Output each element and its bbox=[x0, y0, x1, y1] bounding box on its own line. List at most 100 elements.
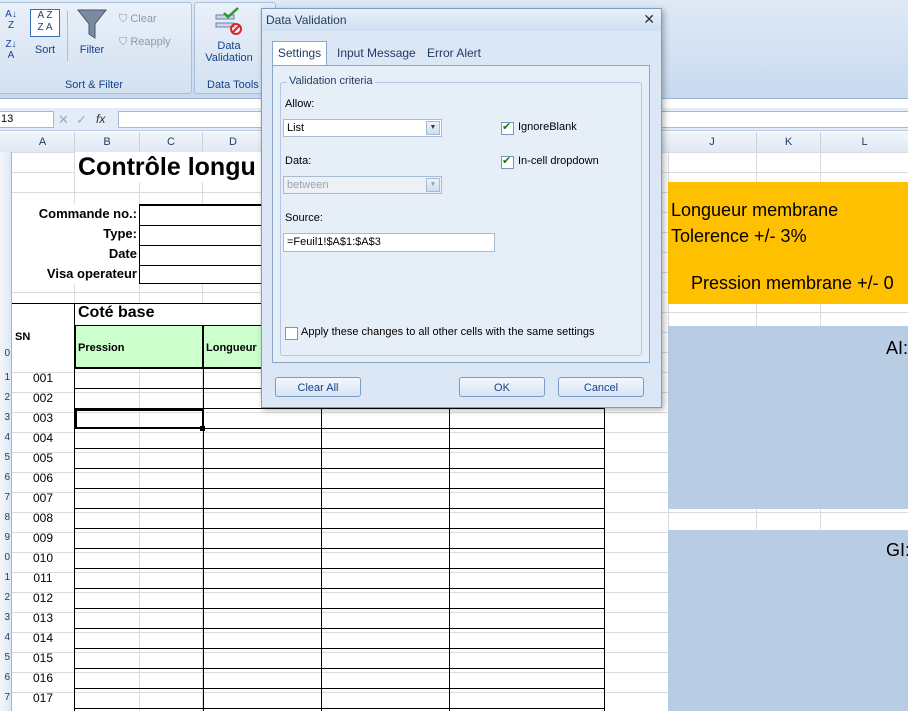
chevron-down-icon[interactable]: ▼ bbox=[426, 121, 440, 135]
sn-cell[interactable]: 014 bbox=[12, 631, 74, 645]
row-header[interactable]: 4 bbox=[4, 632, 10, 643]
sn-cell[interactable]: 009 bbox=[12, 531, 74, 545]
row-header[interactable]: 6 bbox=[4, 672, 10, 683]
column-header-a[interactable]: A bbox=[11, 132, 75, 152]
sort-filter-group: A↓ Z Z↓ A A ZZ A Sort Filter ⛉ Clear ⛉ Rea… bbox=[0, 2, 192, 94]
sn-cell[interactable]: 015 bbox=[12, 651, 74, 665]
ok-button[interactable]: OK bbox=[459, 377, 545, 397]
settings-panel: Validation criteria Allow: List ▼ ✔ Igno… bbox=[272, 65, 650, 363]
sn-cell[interactable]: 004 bbox=[12, 431, 74, 445]
dialog-title-bar[interactable]: Data Validation ✕ bbox=[262, 9, 661, 31]
data-validation-icon bbox=[215, 7, 242, 35]
checkmark-icon: ✔ bbox=[502, 121, 512, 133]
allow-label: Allow: bbox=[285, 98, 315, 110]
sn-cell[interactable]: 006 bbox=[12, 471, 74, 485]
validation-criteria-title: Validation criteria bbox=[287, 75, 375, 87]
fill-handle[interactable] bbox=[200, 426, 205, 431]
apply-all-label[interactable]: Apply these changes to all other cells w… bbox=[301, 326, 595, 338]
confirm-entry-icon[interactable]: ✓ bbox=[76, 112, 87, 128]
source-label: Source: bbox=[285, 212, 323, 224]
sn-cell[interactable]: 008 bbox=[12, 511, 74, 525]
sn-cell[interactable]: 002 bbox=[12, 391, 74, 405]
column-header-b[interactable]: B bbox=[75, 132, 140, 152]
visa-operateur-label: Visa operateur bbox=[46, 266, 137, 281]
row-header[interactable]: 1 bbox=[4, 372, 10, 383]
row-header[interactable]: 7 bbox=[4, 692, 10, 703]
sn-cell[interactable]: 011 bbox=[12, 571, 74, 585]
row-header[interactable]: 4 bbox=[4, 432, 10, 443]
row-header[interactable]: 3 bbox=[4, 412, 10, 423]
sort-button[interactable]: A ZZ A Sort bbox=[27, 9, 63, 61]
sn-cell[interactable]: 001 bbox=[12, 371, 74, 385]
insert-function-icon[interactable]: fx bbox=[96, 112, 105, 126]
tab-input-message[interactable]: Input Message bbox=[337, 42, 416, 64]
row-header[interactable]: 7 bbox=[4, 492, 10, 503]
sn-header: SN bbox=[15, 331, 31, 343]
data-select: between ▼ bbox=[283, 176, 442, 194]
row-header[interactable]: 0 bbox=[4, 552, 10, 563]
row-header[interactable]: 6 bbox=[4, 472, 10, 483]
source-input[interactable]: =Feuil1!$A$1:$A$3 bbox=[283, 233, 495, 252]
sort-ascending-icon[interactable]: A↓ Z bbox=[3, 9, 19, 31]
funnel-icon bbox=[76, 9, 108, 39]
column-header-j[interactable]: J bbox=[668, 132, 757, 152]
sn-cell[interactable]: 012 bbox=[12, 591, 74, 605]
date-label: Date bbox=[108, 246, 137, 261]
sn-cell[interactable]: 017 bbox=[12, 691, 74, 705]
row-header[interactable]: 9 bbox=[4, 532, 10, 543]
data-label: Data: bbox=[285, 155, 312, 167]
sn-cell[interactable]: 016 bbox=[12, 671, 74, 685]
longueur-header: Longueur bbox=[203, 325, 263, 368]
sort-icon: A ZZ A bbox=[30, 9, 60, 37]
clear-all-button[interactable]: Clear All bbox=[275, 377, 361, 397]
column-header-d[interactable]: D bbox=[203, 132, 264, 152]
tab-error-alert[interactable]: Error Alert bbox=[427, 42, 481, 64]
ignore-blank-label[interactable]: IgnoreBlank bbox=[518, 121, 577, 133]
row-headers: 0 1 2 3 4 5 6 7 8 9 0 1 2 3 4 5 6 7 bbox=[0, 152, 12, 711]
sn-cell[interactable]: 005 bbox=[12, 451, 74, 465]
column-header-l[interactable]: L bbox=[821, 132, 908, 152]
row-header[interactable]: 8 bbox=[4, 512, 10, 523]
chevron-down-icon: ▼ bbox=[426, 178, 440, 192]
sort-filter-group-label: Sort & Filter bbox=[64, 79, 124, 91]
in-cell-dropdown-label[interactable]: In-cell dropdown bbox=[518, 155, 599, 167]
name-box[interactable]: 13 bbox=[0, 111, 54, 128]
commande-label: Commande no.: bbox=[38, 206, 137, 221]
checkmark-icon: ✔ bbox=[502, 155, 512, 167]
sort-descending-icon[interactable]: Z↓ A bbox=[3, 39, 19, 61]
column-header-c[interactable]: C bbox=[140, 132, 203, 152]
active-cell[interactable] bbox=[75, 409, 204, 429]
cancel-button[interactable]: Cancel bbox=[558, 377, 644, 397]
reapply-icon: ⛉ bbox=[119, 36, 128, 48]
filter-button[interactable]: Filter bbox=[73, 7, 111, 61]
row-header[interactable]: 0 bbox=[4, 348, 10, 359]
header-input-box[interactable] bbox=[139, 204, 269, 284]
cancel-entry-icon[interactable]: ✕ bbox=[58, 112, 69, 128]
cote-base-header: Coté base bbox=[78, 304, 155, 321]
sn-cell[interactable]: 003 bbox=[12, 411, 74, 425]
reapply-button[interactable]: ⛉ Reapply bbox=[119, 36, 171, 49]
row-header[interactable]: 5 bbox=[4, 452, 10, 463]
tab-settings[interactable]: Settings bbox=[272, 41, 327, 66]
row-header[interactable]: 2 bbox=[4, 592, 10, 603]
in-cell-dropdown-checkbox[interactable]: ✔ bbox=[501, 155, 514, 169]
ignore-blank-checkbox[interactable]: ✔ bbox=[501, 121, 514, 135]
clear-filter-icon: ⛉ bbox=[119, 13, 128, 25]
allow-select[interactable]: List ▼ bbox=[283, 119, 442, 137]
sn-cell[interactable]: 007 bbox=[12, 491, 74, 505]
sn-cell[interactable]: 010 bbox=[12, 551, 74, 565]
sn-cell[interactable]: 013 bbox=[12, 611, 74, 625]
row-header[interactable]: 1 bbox=[4, 572, 10, 583]
apply-all-checkbox[interactable] bbox=[285, 327, 298, 340]
ais-block: AI: bbox=[668, 326, 908, 509]
column-header-k[interactable]: K bbox=[757, 132, 821, 152]
row-header[interactable]: 2 bbox=[4, 392, 10, 403]
sheet-title: Contrôle longu bbox=[78, 153, 256, 181]
data-validation-button[interactable]: Data Validation bbox=[199, 7, 259, 73]
row-header[interactable]: 3 bbox=[4, 612, 10, 623]
type-label: Type: bbox=[103, 226, 137, 241]
close-icon[interactable]: ✕ bbox=[643, 11, 655, 28]
clear-button[interactable]: ⛉ Clear bbox=[119, 13, 157, 26]
gis-block: GI: bbox=[668, 530, 908, 711]
row-header[interactable]: 5 bbox=[4, 652, 10, 663]
